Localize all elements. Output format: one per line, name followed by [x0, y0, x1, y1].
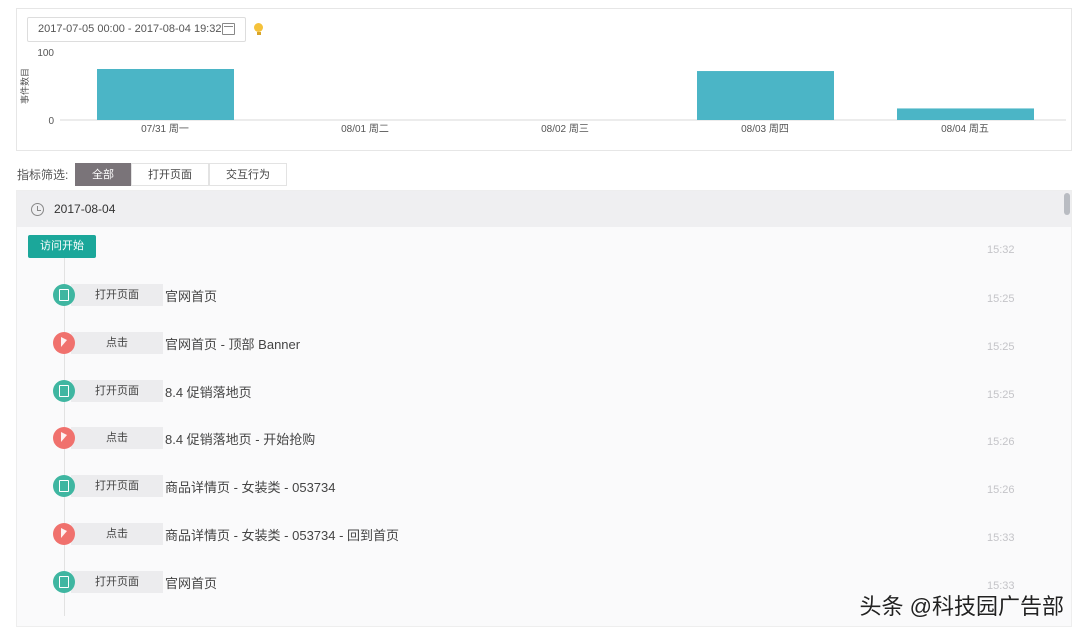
- event-time: 15:25: [987, 293, 1015, 305]
- event-description: 官网首页 - 顶部 Banner: [165, 334, 300, 353]
- bar: [897, 108, 1034, 120]
- event-row[interactable]: 打开页面: [53, 570, 163, 594]
- event-description: 商品详情页 - 女装类 - 053734 - 回到首页: [165, 525, 399, 544]
- visit-start-badge: 访问开始: [28, 235, 96, 258]
- event-time: 15:25: [987, 389, 1015, 401]
- event-row[interactable]: 点击: [53, 522, 163, 546]
- day-header: 2017-08-04: [17, 191, 1071, 227]
- event-type-tag: 打开页面: [71, 380, 163, 402]
- event-row[interactable]: 点击: [53, 331, 163, 355]
- event-timeline: 2017-08-04 访问开始 15:32 打开页面官网首页15:25点击官网首…: [16, 190, 1072, 627]
- day-label: 2017-08-04: [54, 202, 115, 216]
- event-type-tag: 点击: [71, 427, 163, 449]
- event-row[interactable]: 点击: [53, 426, 163, 450]
- event-time: 15:33: [987, 532, 1015, 544]
- page-icon: [53, 284, 75, 306]
- date-range-value: 2017-07-05 00:00 - 2017-08-04 19:32: [38, 23, 221, 35]
- event-type-tag: 点击: [71, 332, 163, 354]
- event-time: 15:26: [987, 436, 1015, 448]
- y-axis-label: 事件数目: [19, 68, 30, 104]
- bar: [697, 71, 834, 120]
- filter-all[interactable]: 全部: [75, 163, 131, 186]
- y-tick-label: 0: [48, 116, 54, 127]
- event-description: 官网首页: [165, 286, 217, 305]
- filter-label: 指标筛选:: [17, 166, 68, 183]
- clock-icon: [31, 203, 44, 216]
- scrollbar[interactable]: [1064, 193, 1070, 215]
- start-time: 15:32: [987, 244, 1015, 256]
- filter-open-page[interactable]: 打开页面: [131, 163, 209, 186]
- event-type-tag: 点击: [71, 523, 163, 545]
- x-tick-label: 08/04 周五: [941, 123, 989, 135]
- cursor-click-icon: [53, 332, 75, 354]
- event-type-tag: 打开页面: [71, 284, 163, 306]
- x-tick-label: 08/01 周二: [341, 123, 389, 135]
- event-type-tag: 打开页面: [71, 475, 163, 497]
- x-tick-label: 08/03 周四: [741, 123, 789, 135]
- x-tick-label: 08/02 周三: [541, 123, 589, 135]
- calendar-icon[interactable]: [222, 23, 235, 35]
- event-time: 15:25: [987, 341, 1015, 353]
- cursor-click-icon: [53, 523, 75, 545]
- event-description: 8.4 促销落地页: [165, 382, 252, 401]
- event-row[interactable]: 打开页面: [53, 283, 163, 307]
- watermark: 头条 @科技园广告部: [860, 589, 1064, 621]
- event-time: 15:26: [987, 484, 1015, 496]
- page-icon: [53, 571, 75, 593]
- filter-group: 全部 打开页面 交互行为: [75, 163, 287, 186]
- event-description: 商品详情页 - 女装类 - 053734: [165, 477, 336, 496]
- page-icon: [53, 380, 75, 402]
- x-tick-label: 07/31 周一: [141, 123, 189, 135]
- lightbulb-icon[interactable]: [254, 23, 263, 32]
- event-row[interactable]: 打开页面: [53, 474, 163, 498]
- event-description: 官网首页: [165, 573, 217, 592]
- event-row[interactable]: 打开页面: [53, 379, 163, 403]
- filter-interaction[interactable]: 交互行为: [209, 163, 287, 186]
- event-description: 8.4 促销落地页 - 开始抢购: [165, 429, 315, 448]
- date-range-picker[interactable]: 2017-07-05 00:00 - 2017-08-04 19:32: [27, 17, 246, 42]
- y-tick-label: 100: [37, 48, 54, 59]
- bar: [97, 69, 234, 120]
- event-type-tag: 打开页面: [71, 571, 163, 593]
